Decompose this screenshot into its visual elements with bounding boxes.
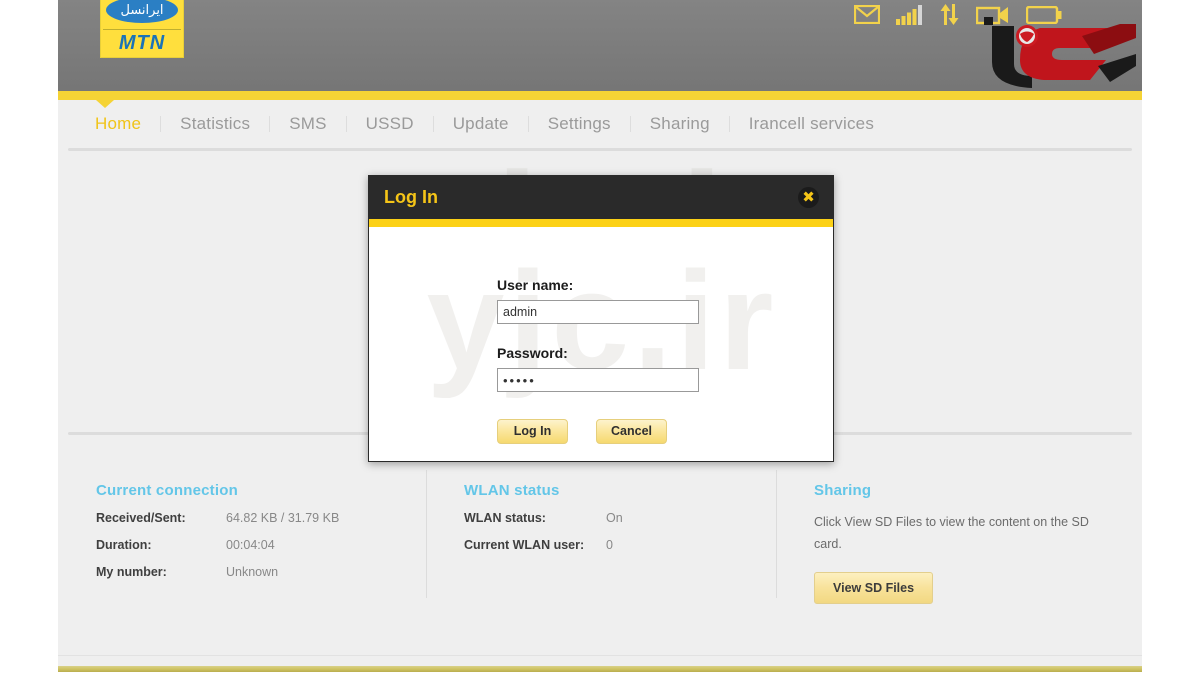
nav-item-sms[interactable]: SMS [270,114,345,134]
app-root: yjc.ir ایرانسل MTN [0,0,1200,675]
value-current-wlan-user: 0 [606,537,613,552]
value-wlan-status: On [606,511,623,525]
label-received-sent: Received/Sent: [96,511,186,525]
main-navigation: Home Statistics SMS USSD Update Settings… [58,100,1142,148]
nav-item-ussd[interactable]: USSD [347,114,433,134]
row-my-number: My number: Unknown [96,564,406,580]
panel-divider [776,470,777,598]
message-icon [854,5,880,24]
status-icon-bar [854,4,1062,25]
login-button[interactable]: Log In [497,419,568,444]
label-duration: Duration: [96,537,152,552]
login-dialog-body: yjc.ir User name: Password: Log In Cance… [369,227,833,461]
data-transfer-icon [940,4,959,25]
login-dialog-accent-bar [369,219,833,227]
panel-title-current-connection: Current connection [96,482,238,499]
label-wlan-status: WLAN status: [464,511,546,525]
cancel-button[interactable]: Cancel [596,419,667,444]
sim-card-icon [976,6,1008,25]
login-dialog: Log In ✖ yjc.ir User name: Password: Log… [368,175,834,462]
label-my-number: My number: [96,564,167,579]
nav-item-home[interactable]: Home [76,114,160,134]
panel-title-wlan-status: WLAN status [464,482,560,499]
username-label: User name: [497,277,574,293]
logo-divider [103,29,181,30]
status-panels: Current connection Received/Sent: 64.82 … [58,470,1142,620]
logo-top: ایرانسل [104,0,180,27]
battery-icon [1026,5,1062,24]
login-dialog-titlebar: Log In ✖ [369,176,833,219]
panel-divider [426,470,427,598]
nav-item-update[interactable]: Update [434,114,528,134]
login-dialog-title: Log In [384,187,438,207]
value-my-number: Unknown [226,564,279,579]
sharing-description: Click View SD Files to view the content … [814,515,1089,551]
header-accent-bar [58,91,1142,100]
nav-underline [68,148,1132,151]
footer-accent-strip [58,666,1142,672]
irancell-wordmark: ایرانسل [106,0,178,23]
field-gap [497,324,833,345]
signal-strength-icon [896,4,922,25]
panel-sharing: Sharing Click View SD Files to view the … [776,470,1142,620]
login-dialog-buttons: Log In Cancel [497,419,833,444]
row-received-sent: Received/Sent: 64.82 KB / 31.79 KB [96,511,406,526]
nav-item-sharing[interactable]: Sharing [631,114,729,134]
label-current-wlan-user: Current WLAN user: [464,537,585,552]
value-received-sent: 64.82 KB / 31.79 KB [226,511,340,525]
nav-item-settings[interactable]: Settings [529,114,630,134]
panel-wlan-status: WLAN status WLAN status: On Current WLAN… [426,470,776,620]
panel-current-connection: Current connection Received/Sent: 64.82 … [58,470,426,620]
footer-divider [58,655,1142,656]
irancell-mtn-logo: ایرانسل MTN [100,0,184,58]
page-header: ایرانسل MTN [58,0,1142,91]
username-input[interactable] [497,300,699,324]
nav-item-irancell-services[interactable]: Irancell services [730,114,893,134]
row-wlan-status: WLAN status: On [464,511,756,526]
view-sd-files-button[interactable]: View SD Files [814,571,934,604]
close-icon[interactable]: ✖ [798,187,819,208]
value-duration: 00:04:04 [226,537,275,552]
nav-item-statistics[interactable]: Statistics [161,114,269,134]
mtn-wordmark: MTN [118,32,166,54]
password-input[interactable] [497,368,699,392]
row-current-wlan-user: Current WLAN user: 0 [464,537,756,553]
password-label: Password: [497,345,568,361]
row-duration: Duration: 00:04:04 [96,537,406,553]
panel-title-sharing: Sharing [814,482,872,499]
